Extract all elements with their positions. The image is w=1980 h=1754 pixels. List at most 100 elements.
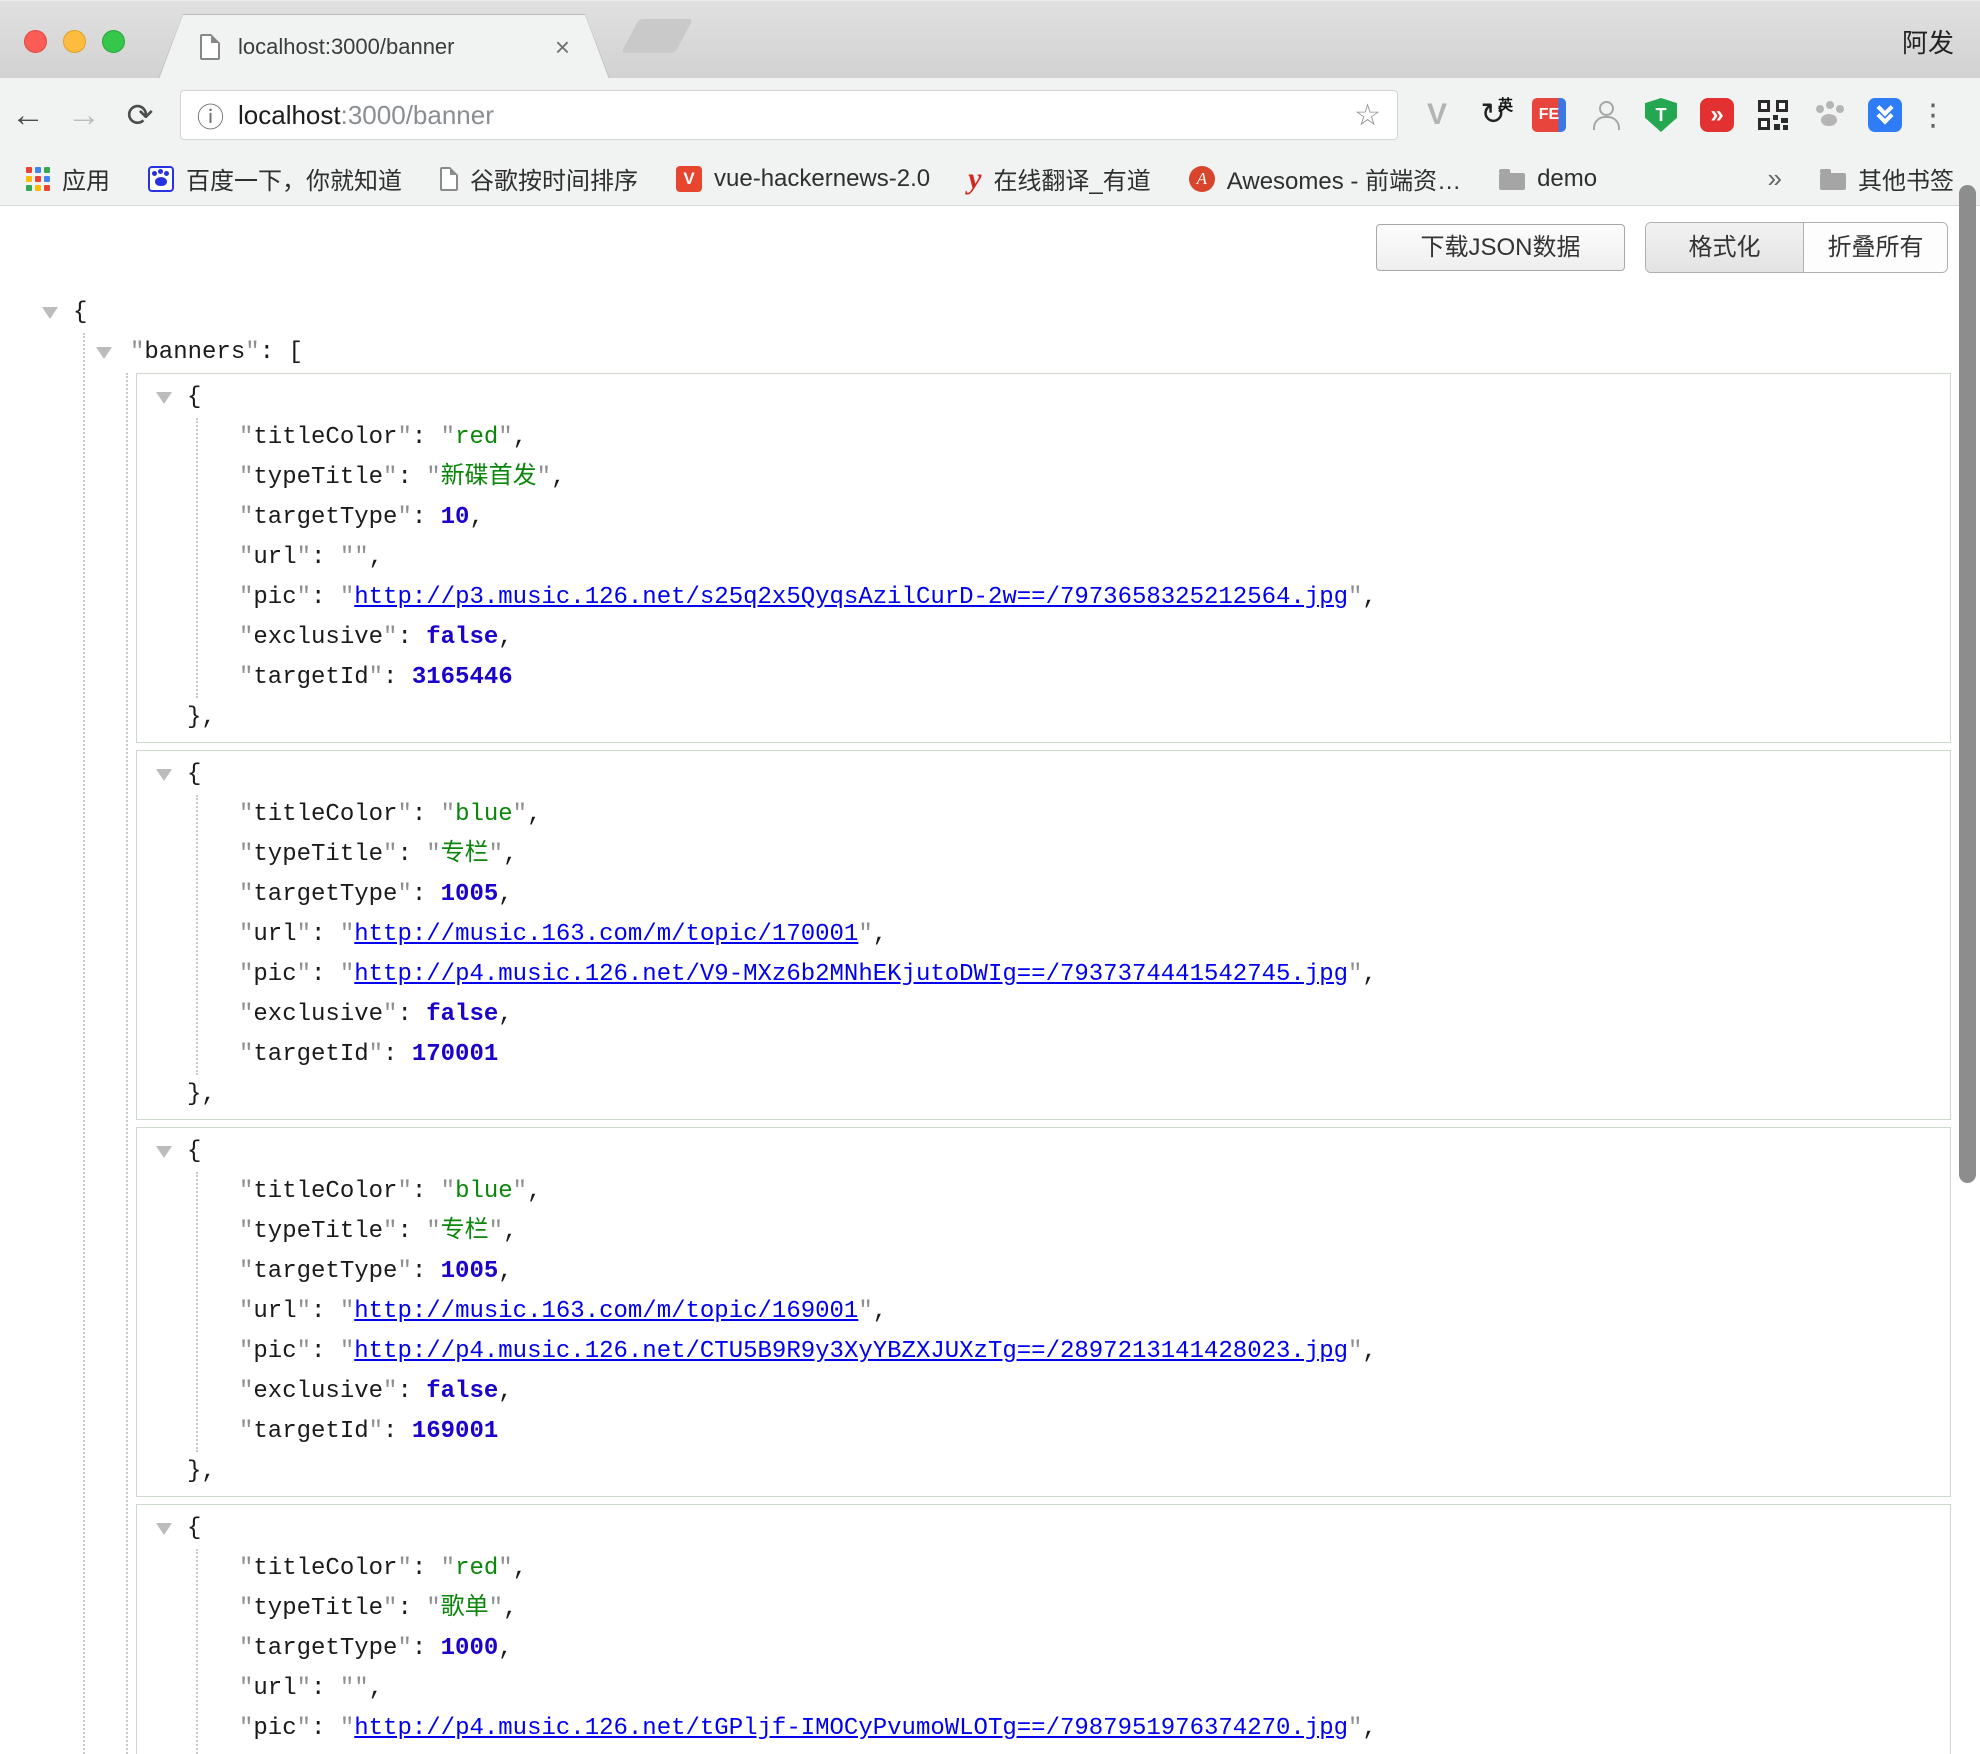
- json-line: "exclusive": false,: [137, 995, 1950, 1035]
- json-quote: ": [239, 1555, 253, 1582]
- video-extension-icon[interactable]: »: [1696, 94, 1738, 136]
- json-line: "titleColor": "red",: [137, 1549, 1950, 1589]
- json-quote: ": [239, 544, 253, 571]
- json-key: exclusive: [253, 624, 383, 651]
- bookmark-item[interactable]: y在线翻译_有道: [968, 161, 1151, 196]
- json-url-link[interactable]: http://music.163.com/m/topic/170001: [354, 921, 858, 948]
- json-line: "pic": "http://p4.music.126.net/CTU5B9R9…: [137, 1332, 1950, 1372]
- address-url: localhost:3000/banner: [238, 100, 1344, 131]
- profile-silhouette-extension-icon[interactable]: [1584, 94, 1626, 136]
- json-literal-value: 1005: [441, 881, 499, 908]
- json-key: targetId: [253, 1418, 368, 1445]
- indent-guide: [196, 1172, 198, 1452]
- json-quote: ": [397, 424, 411, 451]
- bookmark-item[interactable]: 谷歌按时间排序: [440, 161, 638, 196]
- bookmark-label: Awesomes - 前端资…: [1227, 161, 1461, 196]
- vertical-scrollbar-thumb[interactable]: [1959, 185, 1976, 1183]
- json-key: url: [253, 1298, 296, 1325]
- new-tab-button[interactable]: [621, 19, 693, 53]
- json-quote: ": [397, 1178, 411, 1205]
- collapse-triangle-icon[interactable]: [96, 347, 112, 359]
- folder-icon: [1499, 173, 1525, 190]
- reload-button[interactable]: ⟳: [112, 99, 168, 131]
- download-manager-extension-icon[interactable]: [1864, 94, 1906, 136]
- fe-extension-icon[interactable]: FE: [1528, 94, 1570, 136]
- json-line: "typeTitle": "新碟首发",: [137, 458, 1950, 498]
- back-button[interactable]: ←: [0, 98, 56, 132]
- zoom-window-button[interactable]: [102, 30, 125, 53]
- json-quote: ": [397, 1258, 411, 1285]
- json-quote: ": [297, 1715, 311, 1742]
- json-line: "targetId": 170001: [137, 1035, 1950, 1075]
- bookmark-item[interactable]: AAwesomes - 前端资…: [1189, 161, 1461, 196]
- json-punctuation: :: [311, 1298, 340, 1325]
- json-punctuation: ,: [527, 801, 541, 828]
- json-punctuation: ,: [369, 544, 383, 571]
- bookmark-label: 其他书签: [1858, 161, 1954, 196]
- json-url-link[interactable]: http://p4.music.126.net/CTU5B9R9y3XyYBZX…: [354, 1338, 1348, 1365]
- json-array-item-box: {"titleColor": "red","typeTitle": "新碟首发"…: [136, 373, 1951, 743]
- collapse-triangle-icon[interactable]: [156, 769, 172, 781]
- json-line: "typeTitle": "专栏",: [137, 835, 1950, 875]
- minimize-window-button[interactable]: [63, 30, 86, 53]
- bookmark-item[interactable]: Vvue-hackernews-2.0: [676, 165, 930, 193]
- json-quote: ": [340, 1338, 354, 1365]
- json-key: targetType: [253, 504, 397, 531]
- qr-code-extension-icon[interactable]: [1752, 94, 1794, 136]
- bookmark-label: vue-hackernews-2.0: [714, 165, 930, 193]
- json-url-link[interactable]: http://music.163.com/m/topic/169001: [354, 1298, 858, 1325]
- json-key: targetType: [253, 881, 397, 908]
- bookmark-star-icon[interactable]: ☆: [1354, 98, 1381, 133]
- browser-profile-name[interactable]: 阿发: [1902, 23, 1954, 60]
- browser-window: localhost:3000/banner × 阿发 ← → ⟳ ⓘ local…: [0, 0, 1980, 1754]
- paw-extension-icon[interactable]: [1808, 94, 1850, 136]
- json-quote: ": [239, 1418, 253, 1445]
- bookmark-item[interactable]: 应用: [26, 161, 110, 196]
- json-quote: ": [397, 1555, 411, 1582]
- json-quote: ": [426, 841, 440, 868]
- address-bar[interactable]: ⓘ localhost:3000/banner ☆: [180, 90, 1398, 140]
- json-quote: ": [340, 921, 354, 948]
- json-quote: ": [383, 624, 397, 651]
- json-key: targetId: [253, 1041, 368, 1068]
- json-quote: ": [426, 1218, 440, 1245]
- json-punctuation: ,: [551, 464, 565, 491]
- json-line: "targetType": 1005,: [137, 1252, 1950, 1292]
- page-info-icon[interactable]: ⓘ: [197, 96, 224, 135]
- other-bookmarks-folder[interactable]: 其他书签: [1820, 161, 1954, 196]
- collapse-triangle-icon[interactable]: [156, 392, 172, 404]
- json-url-link[interactable]: http://p4.music.126.net/tGPljf-IMOCyPvum…: [354, 1715, 1348, 1742]
- json-quote: ": [239, 1218, 253, 1245]
- json-quote: ": [441, 424, 455, 451]
- json-literal-value: 170001: [412, 1041, 498, 1068]
- json-url-link[interactable]: http://p3.music.126.net/s25q2x5QyqsAzilC…: [354, 584, 1348, 611]
- close-window-button[interactable]: [24, 30, 47, 53]
- json-literal-value: 3165446: [412, 664, 513, 691]
- bookmark-item[interactable]: 百度一下，你就知道: [148, 161, 402, 196]
- shield-extension-icon[interactable]: T: [1640, 94, 1682, 136]
- bookmarks-overflow-icon[interactable]: »: [1768, 163, 1782, 194]
- json-punctuation: ,: [513, 1555, 527, 1582]
- json-url-link[interactable]: http://p4.music.126.net/V9-MXz6b2MNhEKju…: [354, 961, 1348, 988]
- bookmark-item[interactable]: demo: [1499, 165, 1597, 193]
- folder-icon: [1820, 173, 1846, 190]
- json-line: },: [137, 1452, 1950, 1492]
- collapse-triangle-icon[interactable]: [42, 307, 58, 319]
- browser-menu-icon[interactable]: ⋮: [1918, 98, 1948, 133]
- json-line: "targetId": 169001: [137, 1412, 1950, 1452]
- browser-tab[interactable]: localhost:3000/banner ×: [158, 14, 610, 79]
- json-quote: ": [340, 961, 354, 988]
- json-quote: ": [340, 584, 354, 611]
- collapse-triangle-icon[interactable]: [156, 1146, 172, 1158]
- tab-close-icon[interactable]: ×: [555, 34, 570, 60]
- json-punctuation: :: [311, 921, 340, 948]
- json-punctuation: ,: [498, 1258, 512, 1285]
- collapse-triangle-icon[interactable]: [156, 1523, 172, 1535]
- json-quote: ": [239, 1041, 253, 1068]
- json-literal-value: 1005: [441, 1258, 499, 1285]
- json-key: targetType: [253, 1635, 397, 1662]
- vue-devtools-extension-icon[interactable]: V: [1416, 94, 1458, 136]
- translate-extension-icon[interactable]: ↻英: [1472, 94, 1514, 136]
- json-line: "pic": "http://p4.music.126.net/V9-MXz6b…: [137, 955, 1950, 995]
- json-quote: ": [1348, 1715, 1362, 1742]
